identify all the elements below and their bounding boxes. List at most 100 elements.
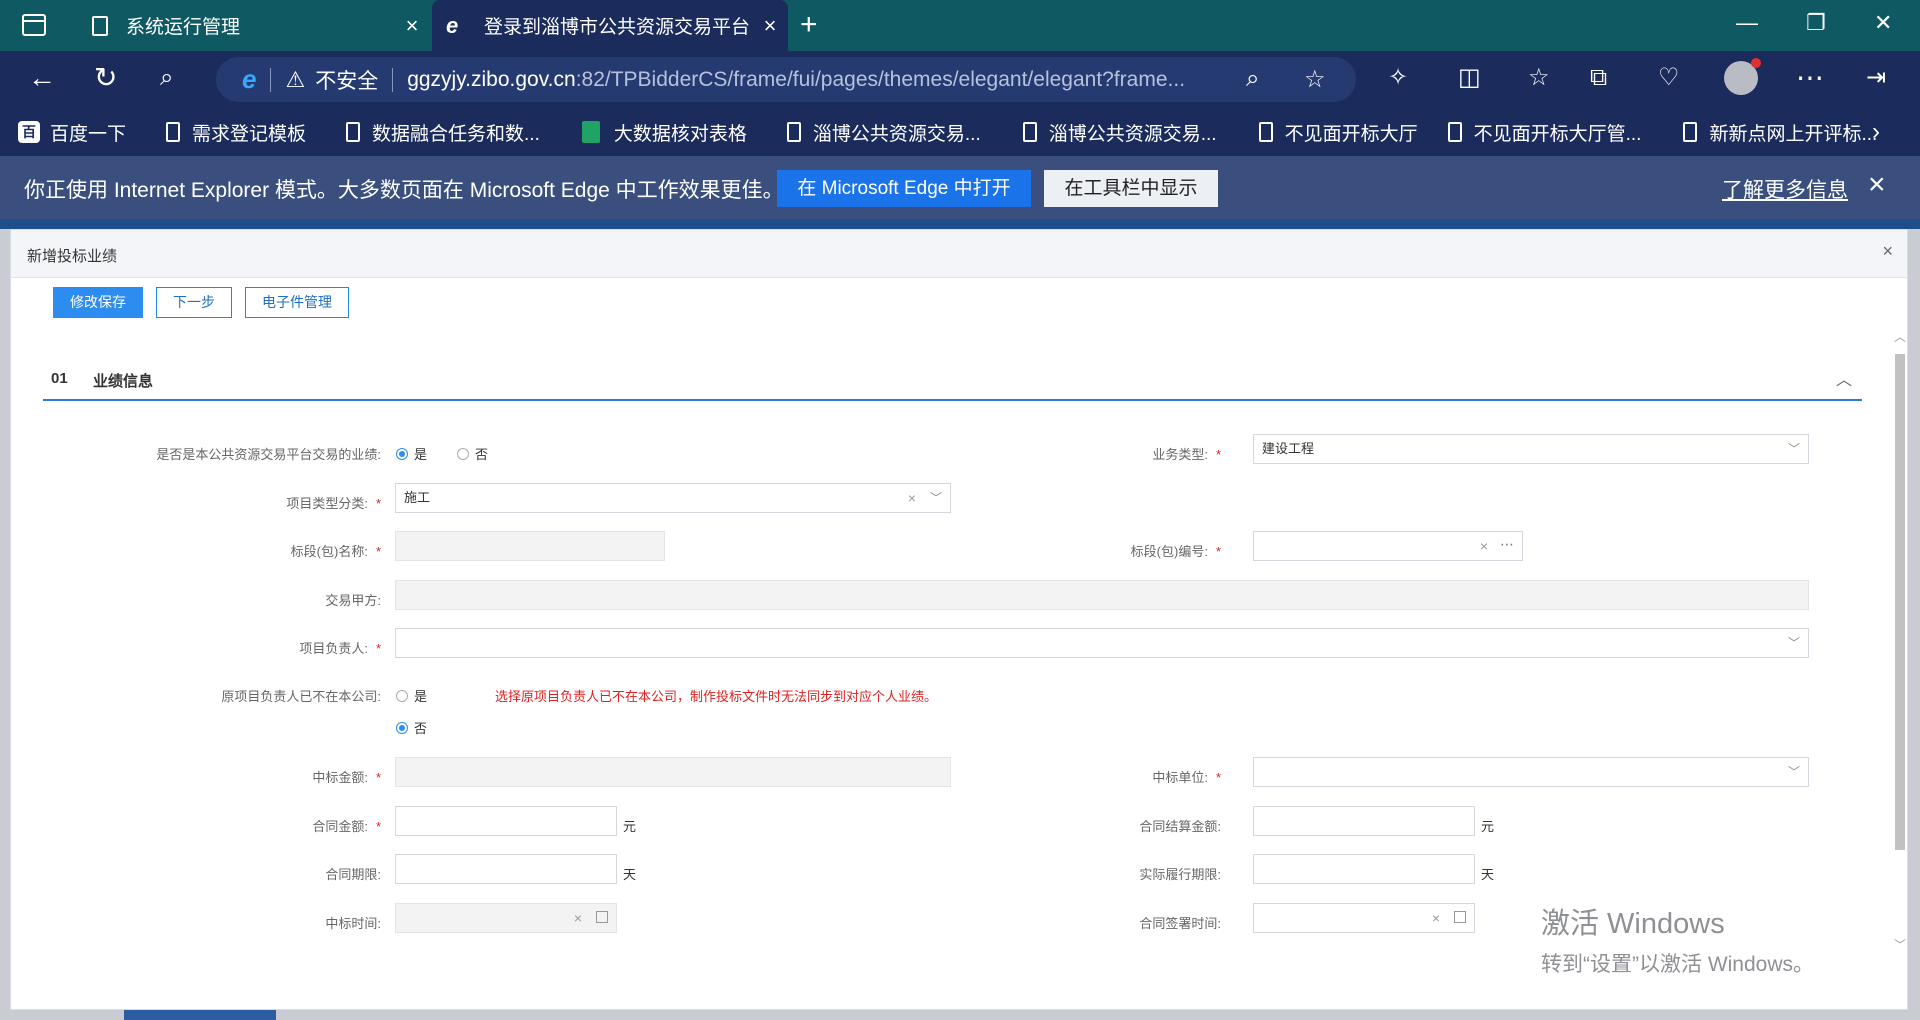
next-step-button[interactable]: 下一步 [156,287,232,318]
calendar-icon[interactable] [1454,911,1466,923]
save-button[interactable]: 修改保存 [53,287,143,318]
bookmark-item[interactable]: 需求登记模板 [166,119,306,146]
page-icon [1683,122,1698,142]
refresh-icon[interactable]: ↻ [94,63,117,93]
close-icon[interactable]: × [1882,241,1893,262]
clear-icon[interactable]: × [1432,904,1440,932]
field-label: 是否是本公共资源交易平台交易的业绩: [156,447,381,462]
field-label: 项目负责人: * [299,641,381,656]
radio-pm-left-yes[interactable]: 是 [396,686,427,705]
radio-is-platform-no[interactable]: 否 [457,444,488,463]
bookmark-item[interactable]: 不见面开标大厅 [1258,119,1418,146]
bid-time-datepicker[interactable]: × [395,903,617,933]
extensions-icon[interactable]: ✧ [1388,63,1408,93]
back-icon[interactable]: ← [28,63,56,93]
close-icon[interactable]: × [1868,168,1886,202]
open-in-edge-button[interactable]: 在 Microsoft Edge 中打开 [777,170,1031,207]
ie-icon: e [446,12,459,38]
baidu-icon: 百 [18,121,40,143]
party-a-input[interactable] [395,580,1809,610]
clear-icon[interactable]: × [574,904,582,932]
business-type-select[interactable]: 建设工程 ﹀ [1253,434,1809,464]
bookmark-item[interactable]: 新新点网上开评标... [1683,119,1877,146]
dialog-scrollbar[interactable]: ︿ ﹀ [1893,326,1907,1006]
clear-icon[interactable]: × [1480,532,1488,560]
section-header[interactable]: 01 业绩信息 ︿ [43,356,1862,401]
chevron-down-icon: ﹀ [929,491,942,505]
more-icon[interactable]: ⋯ [1500,530,1514,558]
field-label: 中标金额: * [312,770,381,785]
search-icon[interactable]: ⌕ [160,63,173,93]
radio-pm-left-no[interactable]: 否 [396,718,427,737]
contract-period-input[interactable] [395,854,617,884]
bookmark-item[interactable]: 淄博公共资源交易... [786,119,981,146]
unit-label: 元 [623,819,637,834]
window-close-icon[interactable]: ✕ [1874,10,1892,36]
page-icon [1022,122,1037,142]
security-status[interactable]: 不安全 [315,65,378,95]
scrollbar-thumb[interactable] [1895,354,1905,850]
close-icon[interactable]: × [394,13,430,39]
section-title: 业绩信息 [93,373,154,390]
tab-login-platform[interactable]: e 登录到淄博市公共资源交易平台 × [432,0,788,51]
bookmark-item[interactable]: 百百度一下 [18,119,126,146]
field-label: 标段(包)名称: * [290,544,381,559]
settlement-amount-input[interactable] [1253,806,1475,836]
more-icon[interactable]: ⋯ [1796,63,1824,93]
project-type-select[interactable]: 施工 × ﹀ [395,483,951,513]
split-screen-icon[interactable]: ◫ [1458,63,1481,93]
bookmarks-bar: 百百度一下 需求登记模板 数据融合任务和数... 大数据核对表格 淄博公共资源交… [0,108,1920,156]
actual-period-input[interactable] [1253,854,1475,884]
zoom-icon[interactable]: ⌕ [1246,65,1259,93]
favorites-icon[interactable]: ☆ [1528,63,1550,93]
browser-essentials-icon[interactable]: ♡ [1658,63,1680,93]
ie-mode-message: 你正使用 Internet Explorer 模式。大多数页面在 Microso… [24,179,784,202]
chevron-down-icon: ﹀ [1787,765,1800,779]
close-icon[interactable]: × [752,13,788,39]
field-label: 实际履行期限: [1139,867,1221,882]
learn-more-link[interactable]: 了解更多信息 [1722,174,1848,204]
chevron-right-icon[interactable]: › [1872,118,1880,146]
contract-amount-input[interactable] [395,806,617,836]
field-label: 原项目负责人已不在本公司: [221,689,381,704]
chevron-down-icon[interactable]: ﹀ [1894,936,1906,953]
favorite-star-icon[interactable]: ☆ [1304,65,1326,94]
radio-is-platform-yes[interactable]: 是 [396,444,427,463]
project-manager-select[interactable]: ﹀ [395,628,1809,658]
field-label: 合同金额: * [312,819,381,834]
chevron-up-icon[interactable]: ︿ [1894,328,1906,345]
bid-amount-input[interactable] [395,757,951,787]
bookmark-item[interactable]: 淄博公共资源交易... [1022,119,1217,146]
address-bar[interactable]: e ⚠ 不安全 ggzyjy.zibo.gov.cn :82/TPBidderC… [216,57,1356,102]
chevron-down-icon: ﹀ [1787,636,1800,650]
bid-unit-select[interactable]: ﹀ [1253,757,1809,787]
field-label: 中标单位: * [1152,770,1221,785]
page-icon [786,122,801,142]
field-label: 中标时间: [325,916,381,931]
restore-icon[interactable]: ❐ [1806,10,1826,36]
address-bar-row: ← ↻ ⌕ e ⚠ 不安全 ggzyjy.zibo.gov.cn :82/TPB… [0,51,1920,108]
new-tab-icon[interactable]: + [800,8,818,42]
field-label: 合同结算金额: [1139,819,1221,834]
tab-system-management[interactable]: 系统运行管理 × [70,0,430,51]
bookmark-item[interactable]: 大数据核对表格 [581,119,747,146]
clear-icon[interactable]: × [908,484,916,512]
section-name-input[interactable] [395,531,665,561]
bookmark-item[interactable]: 不见面开标大厅管... [1447,119,1641,146]
minimize-icon[interactable]: — [1736,10,1758,36]
tab-title: 系统运行管理 [126,17,241,38]
bookmark-item[interactable]: 数据融合任务和数... [346,119,540,146]
sheet-icon [581,121,600,143]
attachment-manage-button[interactable]: 电子件管理 [245,287,349,318]
tab-actions-icon[interactable] [22,14,46,36]
section-code-input[interactable]: × ⋯ [1253,531,1523,561]
ie-mode-icon[interactable]: e [242,64,256,95]
chevron-up-icon[interactable]: ︿ [1836,366,1852,390]
profile-avatar[interactable] [1724,58,1761,95]
field-label: 交易甲方: [325,593,381,608]
collections-icon[interactable]: ⧉ [1590,63,1607,93]
sign-time-datepicker[interactable]: × [1253,903,1475,933]
sidebar-icon[interactable]: ⇥ [1866,63,1886,93]
show-in-toolbar-button[interactable]: 在工具栏中显示 [1044,170,1218,207]
calendar-icon[interactable] [596,911,608,923]
